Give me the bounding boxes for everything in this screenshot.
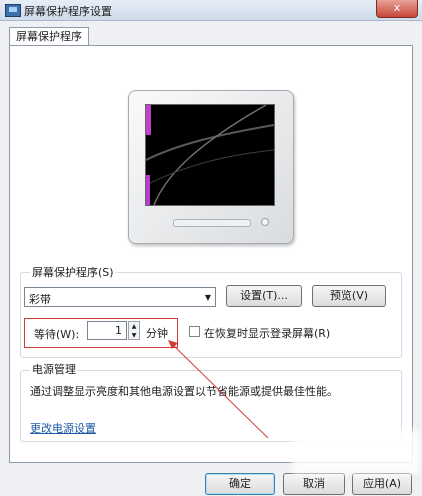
apply-button[interactable]: 应用(A) xyxy=(352,473,412,495)
window-title: 屏幕保护程序设置 xyxy=(24,5,112,18)
settings-button[interactable]: 设置(T)... xyxy=(226,285,302,307)
dropdown-arrow-icon: ▼ xyxy=(204,293,211,302)
wait-minutes-value: 1 xyxy=(115,324,122,337)
display-settings-icon xyxy=(5,4,21,17)
resume-logon-checkbox[interactable] xyxy=(189,326,200,337)
wait-unit: 分钟 xyxy=(146,327,168,340)
ribbons-preview-image xyxy=(146,105,274,205)
screensaver-group-label: 屏幕保护程序(S) xyxy=(30,264,116,280)
monitor-base-bar xyxy=(173,219,251,227)
close-button[interactable]: x xyxy=(376,0,418,18)
wait-spinner[interactable]: ▲ ▼ xyxy=(128,321,140,340)
power-description: 通过调整显示亮度和其他电源设置以节省能源或提供最佳性能。 xyxy=(30,385,338,398)
cancel-button[interactable]: 取消 xyxy=(283,473,345,495)
preview-button[interactable]: 预览(V) xyxy=(312,285,386,307)
screensaver-select[interactable]: 彩带 ▼ xyxy=(24,287,216,307)
ok-button[interactable]: 确定 xyxy=(205,473,275,495)
power-group-label: 电源管理 xyxy=(30,361,78,377)
monitor-power-led xyxy=(261,218,269,226)
resume-logon-label: 在恢复时显示登录屏幕(R) xyxy=(204,327,331,340)
watermark-blur xyxy=(292,430,420,474)
change-power-settings-link[interactable]: 更改电源设置 xyxy=(30,420,96,436)
monitor-preview xyxy=(128,90,294,244)
wait-label: 等待(W): xyxy=(34,328,80,341)
title-bar: 屏幕保护程序设置 x xyxy=(0,0,422,21)
screensaver-selected-value: 彩带 xyxy=(29,293,51,306)
wait-minutes-input[interactable]: 1 xyxy=(87,321,127,340)
preview-screen xyxy=(145,104,275,206)
tab-screensaver[interactable]: 屏幕保护程序 xyxy=(9,27,89,46)
